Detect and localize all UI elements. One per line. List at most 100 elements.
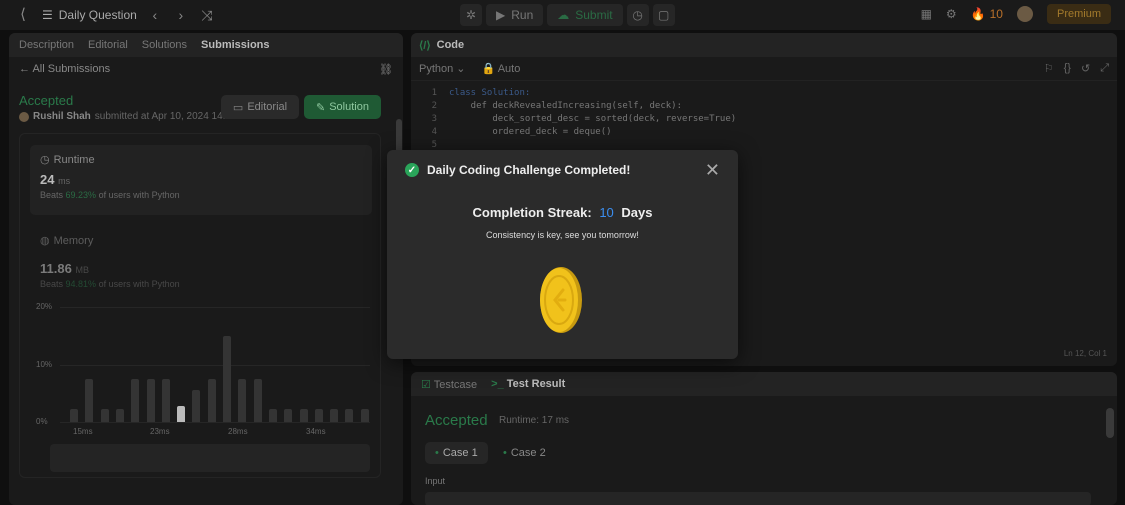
streak-counter[interactable]: 🔥 10: [971, 7, 1003, 21]
edit-icon: ✎: [316, 101, 326, 114]
chart-bar[interactable]: [131, 378, 140, 422]
submission-author: Rushil Shah submitted at Apr 10, 2024 14…: [19, 111, 237, 122]
tab-solutions[interactable]: Solutions: [142, 39, 187, 51]
chart-range-slider[interactable]: [50, 444, 370, 472]
chart-bar[interactable]: [85, 378, 94, 422]
challenge-completed-modal: ✓ Daily Coding Challenge Completed! ✕ Co…: [387, 150, 738, 359]
chart-bar[interactable]: [345, 408, 354, 422]
runtime-card[interactable]: ◷ Runtime 24 ms Beats 69.23% of users wit…: [30, 145, 372, 215]
bottom-scrollbar[interactable]: [1106, 408, 1114, 438]
clock-icon: ◷: [40, 154, 50, 166]
gridline: [60, 307, 370, 308]
tab-description[interactable]: Description: [19, 39, 74, 51]
notes-button[interactable]: ▢: [652, 4, 675, 26]
input-value-box: [425, 492, 1091, 505]
chart-bar[interactable]: [207, 378, 216, 422]
chart-bar[interactable]: [253, 378, 262, 422]
chart-bar[interactable]: [314, 408, 323, 422]
case-2-tab[interactable]: • Case 2: [493, 442, 556, 464]
y-tick: 0%: [36, 417, 48, 426]
test-runtime: Runtime: 17 ms: [499, 415, 570, 426]
run-button[interactable]: ▶ Run: [486, 4, 544, 26]
input-label: Input: [425, 476, 446, 486]
problem-list-button[interactable]: ☰ Daily Question: [42, 8, 137, 22]
y-tick: 10%: [36, 360, 53, 369]
modal-title: Daily Coding Challenge Completed!: [427, 163, 631, 177]
chart-bar[interactable]: [299, 408, 308, 422]
test-status: Accepted: [425, 412, 488, 429]
x-tick: 15ms: [73, 427, 93, 436]
user-avatar[interactable]: [1016, 6, 1033, 22]
cursor-position: Ln 12, Col 1: [1063, 349, 1107, 358]
settings-gear-icon[interactable]: ⚙: [946, 7, 957, 21]
top-bar: ⟨ ☰ Daily Question ‹ › ⤨ ✲ ▶ Run ☁ Submit …: [0, 0, 1125, 30]
memory-value: 11.86: [40, 261, 72, 276]
memory-icon: ◍: [40, 235, 50, 247]
bug-icon: ✲: [465, 8, 477, 22]
book-icon: ▭: [232, 101, 244, 114]
layout-icon[interactable]: ▦: [921, 7, 932, 21]
gridline: [60, 422, 370, 423]
tab-editorial[interactable]: Editorial: [88, 39, 128, 51]
close-icon[interactable]: ✕: [705, 160, 720, 181]
auto-toggle[interactable]: 🔒 Auto: [482, 62, 521, 75]
runtime-value: 24: [40, 172, 55, 187]
code-line: 4 ordered_deck = deque(): [431, 127, 612, 137]
leetcode-logo-icon[interactable]: ⟨: [14, 6, 32, 24]
shuffle-icon[interactable]: ⤨: [199, 7, 215, 24]
submission-panel: Description Editorial Solutions Submissi…: [9, 33, 403, 505]
submission-status: Accepted: [19, 93, 74, 108]
chart-bar[interactable]: [192, 389, 201, 422]
case-1-tab[interactable]: • Case 1: [425, 442, 488, 464]
all-submissions-link[interactable]: ← All Submissions: [19, 63, 110, 75]
next-problem-icon[interactable]: ›: [173, 7, 189, 23]
bookmark-icon[interactable]: ⚐: [1044, 62, 1054, 75]
memory-card[interactable]: ◍ Memory 11.86 MB Beats 94.81% of users w…: [40, 234, 370, 290]
premium-button[interactable]: Premium: [1046, 4, 1111, 24]
alarm-icon: ◷: [632, 8, 643, 22]
code-line: 3 deck_sorted_desc = sorted(deck, revers…: [431, 114, 737, 124]
code-icon: ⟨/⟩: [419, 39, 431, 52]
play-icon: ▶: [496, 8, 506, 22]
stats-box: ◷ Runtime 24 ms Beats 69.23% of users wit…: [19, 133, 381, 478]
chart-bar[interactable]: [100, 408, 109, 422]
chart-bar[interactable]: [115, 408, 124, 422]
format-icon[interactable]: {}: [1064, 62, 1071, 75]
code-line: 1 class Solution:: [431, 88, 531, 98]
tab-submissions[interactable]: Submissions: [201, 39, 269, 51]
chart-bar[interactable]: [161, 378, 170, 422]
runtime-distribution-chart[interactable]: [70, 314, 369, 422]
chart-bar[interactable]: [223, 335, 231, 422]
gold-coin-icon: [540, 267, 582, 333]
chart-bar[interactable]: [177, 405, 186, 422]
chart-bar[interactable]: [268, 408, 277, 422]
language-select[interactable]: Python ⌄: [419, 62, 466, 75]
chart-bar[interactable]: [146, 378, 155, 422]
reset-icon[interactable]: ↺: [1081, 62, 1090, 75]
chart-bar[interactable]: [330, 408, 339, 422]
chart-bar[interactable]: [284, 408, 293, 422]
note-icon: ▢: [657, 8, 670, 22]
prev-problem-icon[interactable]: ‹: [147, 7, 163, 23]
chart-bar[interactable]: [360, 408, 369, 422]
check-circle-icon: ✓: [405, 163, 419, 177]
completion-streak: Completion Streak: 10 Days: [472, 205, 653, 220]
code-line: 2 def deckRevealedIncreasing(self, deck)…: [431, 101, 682, 111]
code-editor[interactable]: 1 class Solution: 2 def deckRevealedIncre…: [421, 87, 737, 152]
submit-button[interactable]: ☁ Submit: [547, 4, 623, 26]
editorial-button[interactable]: ▭ Editorial: [221, 95, 299, 119]
chart-bar[interactable]: [238, 378, 247, 422]
expand-icon[interactable]: ⤢: [1100, 62, 1109, 75]
x-tick: 23ms: [150, 427, 170, 436]
test-panel: ☑ Testcase >_ Test Result Accepted Runti…: [411, 372, 1117, 505]
fire-icon: 🔥: [970, 7, 986, 21]
debug-button[interactable]: ✲: [460, 4, 482, 26]
chart-bar[interactable]: [70, 408, 78, 422]
solution-button[interactable]: ✎ Solution: [304, 95, 381, 119]
tab-test-result[interactable]: >_ Test Result: [491, 378, 565, 390]
upload-cloud-icon: ☁: [557, 8, 570, 22]
timer-button[interactable]: ◷: [626, 4, 649, 26]
daily-question-label: Daily Question: [58, 8, 137, 22]
tab-testcase[interactable]: ☑ Testcase: [421, 378, 477, 391]
link-icon[interactable]: ⛓: [379, 63, 393, 76]
